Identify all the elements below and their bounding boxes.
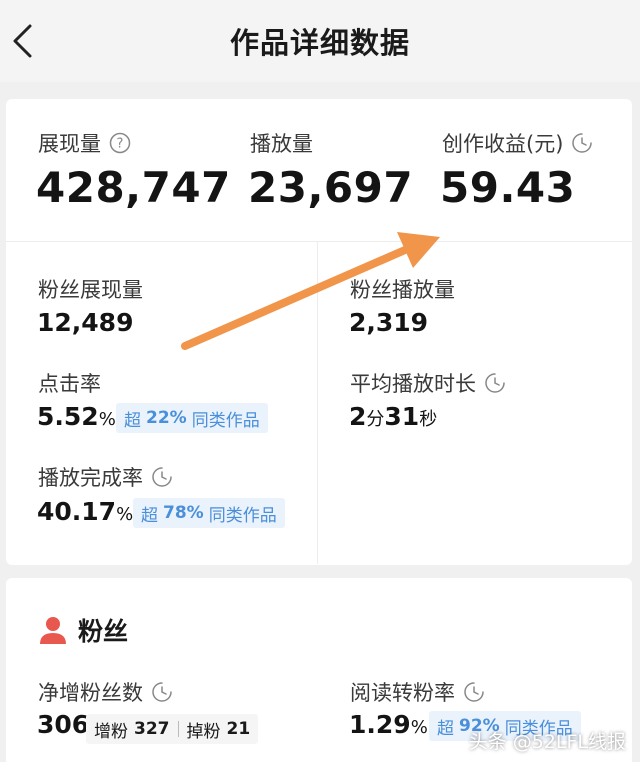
watermark: 头条 @52LFL线报 bbox=[468, 731, 626, 753]
completion-label-row: 播放完成率 bbox=[38, 462, 173, 492]
fans-section-header: 粉丝 bbox=[38, 612, 128, 648]
impressions-label: 展现量 bbox=[38, 132, 101, 156]
avg-duration-label-row: 平均播放时长 bbox=[350, 368, 506, 398]
clock-icon[interactable] bbox=[484, 372, 506, 394]
ctr-label-row: 点击率 bbox=[38, 368, 101, 398]
fans-section-title: 粉丝 bbox=[78, 617, 129, 646]
plays-value: 23,697 bbox=[248, 163, 414, 212]
fan-impressions-value: 12,489 bbox=[37, 308, 134, 337]
net-gain-label-row: 净增粉丝数 bbox=[38, 677, 173, 707]
avg-duration-value: 2分31秒 bbox=[349, 402, 438, 431]
clock-icon[interactable] bbox=[151, 681, 173, 703]
fan-plays-value: 2,319 bbox=[349, 308, 429, 337]
help-icon[interactable]: ? bbox=[109, 132, 131, 154]
net-gain-value: 306 bbox=[37, 710, 90, 739]
earnings-value: 59.43 bbox=[440, 163, 576, 212]
conversion-label: 阅读转粉率 bbox=[350, 681, 455, 705]
top-navigation-bar: 作品详细数据 bbox=[0, 0, 640, 82]
earnings-label-row: 创作收益(元) bbox=[442, 128, 593, 158]
ctr-value: 5.52% bbox=[37, 402, 116, 431]
plays-label-row: 播放量 bbox=[250, 128, 313, 158]
avg-duration-label: 平均播放时长 bbox=[350, 372, 476, 396]
plays-label: 播放量 bbox=[250, 132, 313, 156]
net-gain-label: 净增粉丝数 bbox=[38, 681, 143, 705]
clock-icon[interactable] bbox=[571, 132, 593, 154]
page-title: 作品详细数据 bbox=[229, 26, 410, 60]
ctr-comparison-badge: 超 22% 同类作品 bbox=[116, 403, 268, 433]
fan-plays-label: 粉丝播放量 bbox=[350, 278, 455, 302]
gain-loss-breakdown: 增粉 327 掉粉 21 bbox=[86, 714, 259, 744]
clock-icon[interactable] bbox=[151, 466, 173, 488]
pill-separator bbox=[177, 721, 179, 737]
section-divider bbox=[6, 241, 632, 242]
fan-plays-label-row: 粉丝播放量 bbox=[350, 274, 455, 304]
person-icon bbox=[40, 617, 66, 644]
conversion-value: 1.29% bbox=[349, 710, 428, 739]
completion-comparison-badge: 超 78% 同类作品 bbox=[133, 498, 285, 528]
impressions-label-row: 展现量 ? bbox=[38, 128, 131, 158]
fan-impressions-label: 粉丝展现量 bbox=[38, 278, 143, 302]
completion-value: 40.17% bbox=[37, 497, 134, 526]
conversion-label-row: 阅读转粉率 bbox=[350, 677, 485, 707]
clock-icon[interactable] bbox=[463, 681, 485, 703]
ctr-label: 点击率 bbox=[38, 372, 101, 396]
earnings-label: 创作收益(元) bbox=[442, 132, 564, 156]
fan-impressions-label-row: 粉丝展现量 bbox=[38, 274, 143, 304]
completion-label: 播放完成率 bbox=[38, 466, 143, 490]
svg-text:?: ? bbox=[117, 137, 124, 152]
impressions-value: 428,747 bbox=[36, 163, 231, 212]
column-divider bbox=[317, 242, 318, 564]
